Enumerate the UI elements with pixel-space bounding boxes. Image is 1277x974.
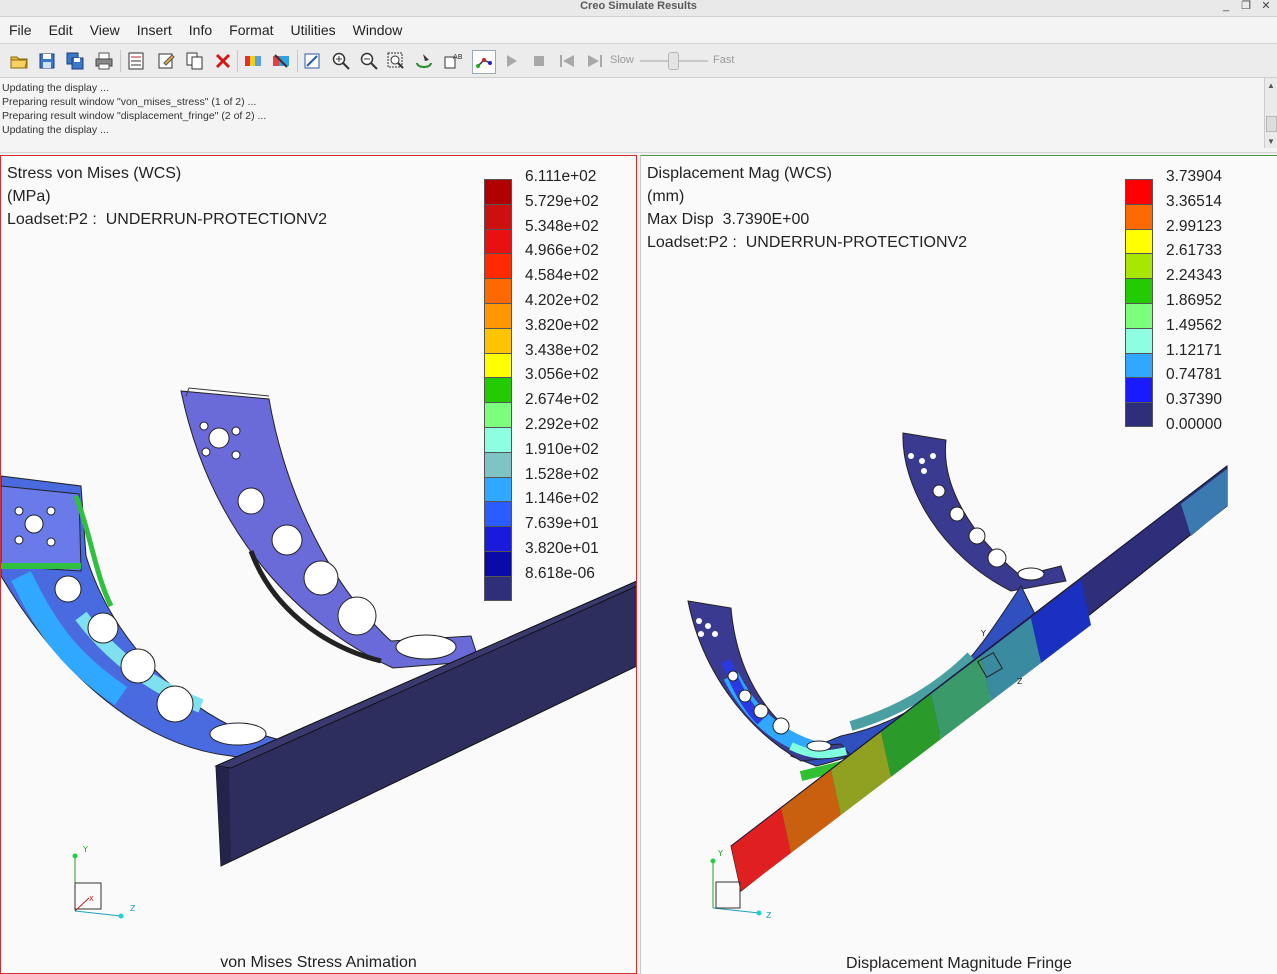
copy-icon[interactable] [184,50,206,72]
show-result-icon[interactable] [242,50,264,72]
stop-icon[interactable] [528,50,550,72]
svg-text:AB: AB [453,53,462,61]
show-result-alt-icon[interactable] [270,50,292,72]
axis-y-label: Y [82,845,88,854]
zoom-window-icon[interactable] [385,50,407,72]
window-layout-icon[interactable] [125,50,147,72]
print-icon[interactable] [93,50,115,72]
save-all-icon[interactable] [64,50,86,72]
fast-label: Fast [713,54,735,66]
message-line: Preparing result window "displacement_fr… [2,110,267,122]
menu-file[interactable]: File [0,17,40,43]
stress-result-window[interactable]: Stress von Mises (WCS) (MPa) Loadset:P2 … [0,155,637,974]
menu-utilities[interactable]: Utilities [282,17,344,43]
spin-icon[interactable] [413,50,435,72]
speed-slider-thumb[interactable] [668,52,679,70]
play-icon[interactable] [500,50,522,72]
menu-edit[interactable]: Edit [40,17,81,43]
refit-icon[interactable] [301,50,323,72]
menu-insert[interactable]: Insert [128,17,180,43]
axis-x-label: X [89,895,94,903]
query-icon[interactable] [472,50,496,74]
message-line: Updating the display ... [2,82,109,94]
zoom-out-icon[interactable] [358,50,380,72]
save-icon[interactable] [36,50,58,72]
displacement-caption: Displacement Magnitude Fringe [846,955,1072,972]
window-title: Creo Simulate Results [580,0,697,12]
menu-view[interactable]: View [81,17,128,43]
open-folder-icon[interactable] [8,50,30,72]
svg-text:Z: Z [1017,677,1023,686]
close-window-button[interactable]: ✕ [1259,0,1273,12]
window-title-bar: Creo Simulate Results _ ❐ ✕ [0,0,1277,17]
message-area: Updating the display ... Preparing resul… [0,78,1277,153]
stress-model-view[interactable]: Y Z X [1,156,637,974]
scroll-thumb[interactable] [1266,116,1277,132]
menu-window[interactable]: Window [344,17,411,43]
svg-text:Z: Z [766,911,772,920]
svg-text:Y: Y [717,849,723,858]
last-frame-icon[interactable] [584,50,606,72]
maximize-button[interactable]: ❐ [1239,0,1253,12]
scroll-up-arrow-icon[interactable]: ▲ [1265,80,1277,92]
menu-bar: File Edit View Insert Info Format Utilit… [0,17,1277,44]
coordinate-triad-icon [72,853,124,919]
menu-info[interactable]: Info [180,17,220,43]
zoom-in-icon[interactable] [330,50,352,72]
label-icon[interactable]: AB [441,50,463,72]
toolbar: AB Slow Fast [0,44,1277,78]
displacement-model-view[interactable]: Y Z Y Z [641,156,1277,974]
delete-icon[interactable] [212,50,234,72]
stress-caption: von Mises Stress Animation [220,954,417,971]
message-line: Updating the display ... [2,124,109,136]
displacement-result-window[interactable]: Displacement Mag (WCS) (mm) Max Disp 3.7… [640,155,1277,974]
minimize-button[interactable]: _ [1219,0,1233,12]
axis-z-label: Z [130,904,136,913]
scroll-down-arrow-icon[interactable]: ▼ [1265,136,1277,148]
slow-label: Slow [610,54,634,66]
first-frame-icon[interactable] [556,50,578,72]
message-line: Preparing result window "von_mises_stres… [2,96,257,108]
edit-definition-icon[interactable] [155,50,177,72]
menu-format[interactable]: Format [220,17,281,43]
message-scrollbar[interactable]: ▲ ▼ [1264,78,1277,148]
svg-text:Y: Y [980,629,986,638]
